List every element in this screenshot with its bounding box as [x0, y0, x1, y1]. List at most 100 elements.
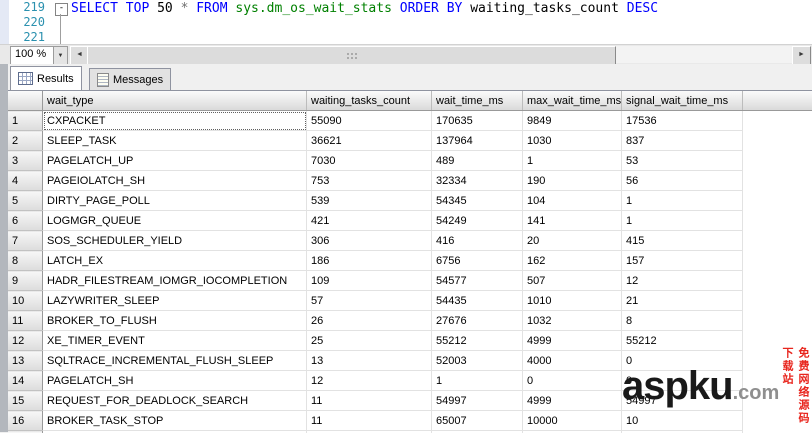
grid-cell[interactable]: 8	[622, 311, 743, 331]
grid-corner-cell[interactable]	[8, 91, 43, 111]
sql-token[interactable]: SELECT TOP	[71, 1, 157, 16]
grid-cell[interactable]: 753	[307, 171, 432, 191]
row-header[interactable]: 10	[8, 291, 43, 311]
grid-cell[interactable]: 1	[622, 211, 743, 231]
grid-cell[interactable]: 12	[622, 271, 743, 291]
row-header[interactable]: 7	[8, 231, 43, 251]
sql-token[interactable]: sys.dm_os_wait_stats	[235, 1, 399, 16]
sql-token[interactable]: 50	[157, 1, 180, 16]
row-header[interactable]: 11	[8, 311, 43, 331]
grid-cell[interactable]: 0	[523, 371, 622, 391]
grid-cell[interactable]: 55212	[622, 331, 743, 351]
grid-cell[interactable]: 10	[622, 411, 743, 431]
grid-cell[interactable]: 55212	[432, 331, 523, 351]
grid-cell[interactable]: CXPACKET	[43, 111, 307, 131]
sql-token[interactable]: FROM	[196, 1, 235, 16]
grid-cell[interactable]: 7030	[307, 151, 432, 171]
grid-cell[interactable]: 36621	[307, 131, 432, 151]
grid-cell[interactable]: 4999	[523, 331, 622, 351]
grid-cell[interactable]: 54577	[432, 271, 523, 291]
grid-cell[interactable]: PAGELATCH_SH	[43, 371, 307, 391]
code-collapse-icon[interactable]: -	[55, 3, 68, 16]
grid-cell[interactable]: 6756	[432, 251, 523, 271]
grid-cell[interactable]: 52003	[432, 351, 523, 371]
grid-cell[interactable]: 104	[523, 191, 622, 211]
grid-cell[interactable]: 53	[622, 151, 743, 171]
grid-cell[interactable]: 157	[622, 251, 743, 271]
grid-cell[interactable]: PAGEIOLATCH_SH	[43, 171, 307, 191]
grid-cell[interactable]: 21	[622, 291, 743, 311]
grid-cell[interactable]: 12	[307, 371, 432, 391]
grid-cell[interactable]: 141	[523, 211, 622, 231]
row-header[interactable]: 8	[8, 251, 43, 271]
grid-cell[interactable]: 54345	[432, 191, 523, 211]
grid-cell[interactable]: 9849	[523, 111, 622, 131]
grid-cell[interactable]: 54249	[432, 211, 523, 231]
grid-cell[interactable]: LOGMGR_QUEUE	[43, 211, 307, 231]
grid-cell[interactable]: 10000	[523, 411, 622, 431]
grid-cell[interactable]: 1	[622, 191, 743, 211]
grid-cell[interactable]: XE_TIMER_EVENT	[43, 331, 307, 351]
grid-cell[interactable]: 26	[307, 311, 432, 331]
row-header[interactable]: 1	[8, 111, 43, 131]
grid-cell[interactable]: 4999	[523, 391, 622, 411]
grid-cell[interactable]: 1030	[523, 131, 622, 151]
grid-cell[interactable]: 13	[307, 351, 432, 371]
row-header[interactable]: 6	[8, 211, 43, 231]
grid-cell[interactable]: 837	[622, 131, 743, 151]
grid-cell[interactable]: 1010	[523, 291, 622, 311]
column-header-signal_wait_time_ms[interactable]: signal_wait_time_ms	[622, 91, 743, 111]
grid-cell[interactable]: 186	[307, 251, 432, 271]
sql-code-line[interactable]: SELECT TOP 50 * FROM sys.dm_os_wait_stat…	[71, 1, 658, 16]
grid-cell[interactable]: SLEEP_TASK	[43, 131, 307, 151]
grid-cell[interactable]: 1	[523, 151, 622, 171]
grid-cell[interactable]: 415	[622, 231, 743, 251]
zoom-selector[interactable]: 100 % ▼	[10, 46, 68, 65]
column-header-wait_time_ms[interactable]: wait_time_ms	[432, 91, 523, 111]
row-header[interactable]: 15	[8, 391, 43, 411]
grid-cell[interactable]: 54435	[432, 291, 523, 311]
grid-cell[interactable]: 170635	[432, 111, 523, 131]
column-header-max_wait_time_ms[interactable]: max_wait_time_ms	[523, 91, 622, 111]
grid-cell[interactable]: 56	[622, 171, 743, 191]
row-header[interactable]: 16	[8, 411, 43, 431]
row-header[interactable]: 2	[8, 131, 43, 151]
grid-cell[interactable]: HADR_FILESTREAM_IOMGR_IOCOMPLETION	[43, 271, 307, 291]
grid-cell[interactable]: 489	[432, 151, 523, 171]
grid-cell[interactable]: 54997	[432, 391, 523, 411]
grid-cell[interactable]: 416	[432, 231, 523, 251]
row-header[interactable]: 4	[8, 171, 43, 191]
grid-cell[interactable]: 55090	[307, 111, 432, 131]
line-number-gutter[interactable]: 219220221	[9, 0, 48, 44]
tab-messages[interactable]: Messages	[89, 68, 171, 90]
chevron-down-icon[interactable]: ▼	[53, 47, 67, 64]
grid-cell[interactable]: LAZYWRITER_SLEEP	[43, 291, 307, 311]
row-header[interactable]: 13	[8, 351, 43, 371]
grid-cell[interactable]: 109	[307, 271, 432, 291]
grid-cell[interactable]: DIRTY_PAGE_POLL	[43, 191, 307, 211]
grid-cell[interactable]: 1032	[523, 311, 622, 331]
grid-cell[interactable]: 11	[307, 391, 432, 411]
grid-cell[interactable]: PAGELATCH_UP	[43, 151, 307, 171]
sql-token[interactable]: waiting_tasks_count	[470, 1, 627, 16]
grid-cell[interactable]: 65007	[432, 411, 523, 431]
row-header[interactable]: 12	[8, 331, 43, 351]
grid-cell[interactable]: 507	[523, 271, 622, 291]
grid-cell[interactable]: 11	[307, 411, 432, 431]
grid-cell[interactable]: 17536	[622, 111, 743, 131]
grid-cell[interactable]: 190	[523, 171, 622, 191]
grid-cell[interactable]: 27676	[432, 311, 523, 331]
sql-token[interactable]: DESC	[627, 1, 658, 16]
grid-cell[interactable]: 4000	[523, 351, 622, 371]
row-header[interactable]: 14	[8, 371, 43, 391]
grid-cell[interactable]: 306	[307, 231, 432, 251]
scrollbar-thumb[interactable]	[87, 46, 616, 65]
scroll-right-button[interactable]: ►	[792, 46, 811, 65]
grid-cell[interactable]: 539	[307, 191, 432, 211]
horizontal-scrollbar[interactable]: ◄ ►	[70, 46, 811, 63]
column-header-wait_type[interactable]: wait_type	[43, 91, 307, 111]
grid-cell[interactable]: 25	[307, 331, 432, 351]
sql-token[interactable]: ORDER BY	[400, 1, 470, 16]
grid-cell[interactable]: LATCH_EX	[43, 251, 307, 271]
grid-cell[interactable]: SQLTRACE_INCREMENTAL_FLUSH_SLEEP	[43, 351, 307, 371]
